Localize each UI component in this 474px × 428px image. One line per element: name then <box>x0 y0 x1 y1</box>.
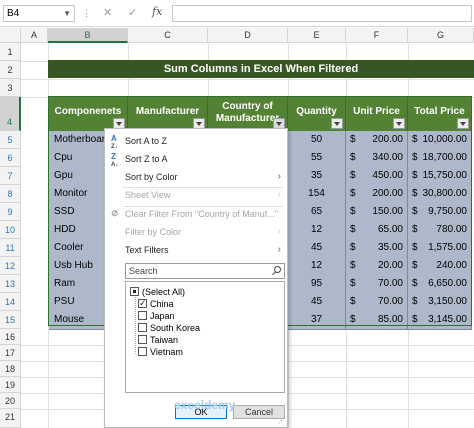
option-label: South Korea <box>150 323 201 333</box>
row-header[interactable]: 8 <box>0 185 21 203</box>
checkbox[interactable] <box>138 311 147 320</box>
row-header[interactable]: 7 <box>0 167 21 185</box>
select-all-corner[interactable] <box>0 28 21 43</box>
checkbox[interactable] <box>138 323 147 332</box>
sheet-title: Sum Columns in Excel When Filtered <box>48 60 474 78</box>
row-header[interactable]: 19 <box>0 377 21 393</box>
chevron-right-icon: › <box>277 171 281 182</box>
row-header[interactable]: 6 <box>0 149 21 167</box>
row-header[interactable]: 12 <box>0 257 21 275</box>
option-label: Vietnam <box>150 347 183 357</box>
row-header[interactable]: 1 <box>0 43 21 61</box>
row-header[interactable]: 15 <box>0 311 21 329</box>
row-header[interactable]: 9 <box>0 203 21 221</box>
checkbox[interactable] <box>130 287 139 296</box>
column-header-f[interactable]: F <box>346 28 408 43</box>
gridline <box>21 79 474 80</box>
column-header-b[interactable]: B <box>48 28 128 43</box>
option-taiwan[interactable]: Taiwan <box>138 334 178 346</box>
filter-values-list: (Select All) China Japan South Korea Tai… <box>125 281 285 393</box>
option-label: Taiwan <box>150 335 179 345</box>
sort-a-to-z[interactable]: A Z↓ Sort A to Z <box>105 131 287 151</box>
filter-search-input[interactable]: Search <box>125 263 285 279</box>
checkbox[interactable] <box>138 297 147 309</box>
row-header[interactable]: 5 <box>0 131 21 149</box>
row-header[interactable]: 14 <box>0 293 21 311</box>
row-header[interactable]: 13 <box>0 275 21 293</box>
option-vietnam[interactable]: Vietnam <box>138 346 183 358</box>
menu-label: Sort by Color <box>125 172 178 182</box>
chevron-right-icon: › <box>277 189 281 200</box>
chevron-down-icon[interactable]: ▼ <box>63 6 71 21</box>
column-header-c[interactable]: C <box>128 28 208 43</box>
filter-menu: A Z↓ Sort A to Z Z A↓ Sort Z to A Sort by … <box>104 128 288 428</box>
option-label: Japan <box>150 311 175 321</box>
drag-handle-icon[interactable]: ⋮ <box>82 8 91 19</box>
watermark-logo: exceldemy <box>174 398 236 412</box>
name-box[interactable]: B4 ▼ <box>3 5 75 22</box>
chevron-right-icon: › <box>277 244 281 255</box>
menu-label: Sort A to Z <box>125 136 168 146</box>
search-placeholder: Search <box>129 266 158 276</box>
checkbox[interactable] <box>138 347 147 356</box>
row-header[interactable]: 2 <box>0 61 21 79</box>
formula-bar: B4 ▼ ⋮ ✕ ✓ fx <box>0 0 474 27</box>
column-header-a[interactable]: A <box>21 28 48 43</box>
confirm-edit-icon[interactable]: ✓ <box>128 6 137 19</box>
clear-filter: ⊘ Clear Filter From "Country of Manuf...… <box>105 204 287 224</box>
sheet-view: Sheet View › <box>105 185 287 205</box>
menu-label: Clear Filter From "Country of Manuf..." <box>125 209 278 219</box>
column-header-d[interactable]: D <box>208 28 288 43</box>
row-header[interactable]: 17 <box>0 345 21 361</box>
column-header-e[interactable]: E <box>288 28 346 43</box>
option-china[interactable]: China <box>138 297 174 310</box>
search-icon <box>272 265 282 277</box>
resize-grip-icon[interactable]: ⋰ <box>278 417 285 425</box>
cancel-edit-icon[interactable]: ✕ <box>103 6 112 19</box>
name-box-value: B4 <box>7 8 20 19</box>
row-header[interactable]: 3 <box>0 79 21 97</box>
row-header[interactable]: 21 <box>0 409 21 428</box>
option-south-korea[interactable]: South Korea <box>138 322 200 334</box>
row-header[interactable]: 20 <box>0 393 21 409</box>
row-header[interactable]: 18 <box>0 361 21 377</box>
checkbox[interactable] <box>138 335 147 344</box>
option-japan[interactable]: Japan <box>138 310 175 322</box>
insert-function-icon[interactable]: fx <box>152 5 162 18</box>
row-header[interactable]: 4 <box>0 97 21 131</box>
menu-label: Text Filters <box>125 245 169 255</box>
tree-connector <box>135 290 136 354</box>
row-header[interactable]: 16 <box>0 329 21 345</box>
option-label: (Select All) <box>142 287 186 297</box>
menu-label: Sheet View <box>125 190 171 200</box>
text-filters[interactable]: Text Filters › <box>105 240 287 260</box>
menu-label: Filter by Color <box>125 227 182 237</box>
column-header-g[interactable]: G <box>408 28 474 43</box>
chevron-right-icon: › <box>277 226 281 237</box>
row-header[interactable]: 11 <box>0 239 21 257</box>
filter-by-color: Filter by Color › <box>105 222 287 242</box>
sort-by-color[interactable]: Sort by Color › <box>105 167 287 187</box>
sort-z-to-a[interactable]: Z A↓ Sort Z to A <box>105 149 287 169</box>
row-header[interactable]: 10 <box>0 221 21 239</box>
formula-input[interactable] <box>172 5 472 22</box>
clear-filter-icon: ⊘ <box>111 208 119 218</box>
option-label: China <box>150 299 174 309</box>
menu-label: Sort Z to A <box>125 154 168 164</box>
